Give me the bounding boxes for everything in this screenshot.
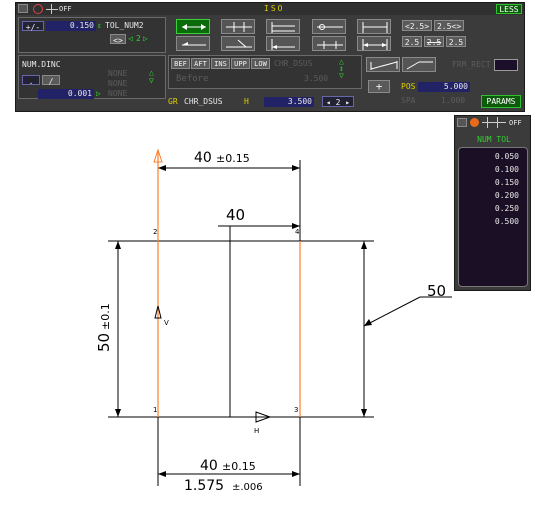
- top-dim-text[interactable]: 40: [194, 150, 212, 166]
- left-dim-text[interactable]: 50: [95, 333, 113, 352]
- bottom-secondary-text[interactable]: 1.575: [184, 478, 224, 494]
- h-axis-label: H: [254, 427, 259, 435]
- right-leader-text[interactable]: 50: [427, 282, 446, 300]
- right-dim-arrows: [361, 241, 372, 417]
- right-leader-line[interactable]: [363, 296, 421, 327]
- bottom-dim-tol[interactable]: ±0.15: [222, 460, 256, 473]
- corner-label-4: 4: [295, 228, 300, 236]
- v-axis-label: V: [164, 319, 169, 327]
- bottom-dim-text[interactable]: 40: [200, 458, 218, 474]
- drawing-canvas[interactable]: 40 ±0.15 40 50 ±0.1 50 40 ±0.15 1.575 ±.…: [0, 0, 539, 511]
- corner-label-2: 2: [153, 228, 157, 236]
- inner-dim-text[interactable]: 40: [226, 206, 245, 224]
- top-dim-tol[interactable]: ±0.15: [216, 152, 250, 165]
- left-dim-tol[interactable]: ±0.1: [99, 303, 112, 330]
- corner-label-1: 1: [153, 406, 157, 414]
- bottom-secondary-tol[interactable]: ±.006: [232, 482, 263, 493]
- corner-label-3: 3: [294, 406, 298, 414]
